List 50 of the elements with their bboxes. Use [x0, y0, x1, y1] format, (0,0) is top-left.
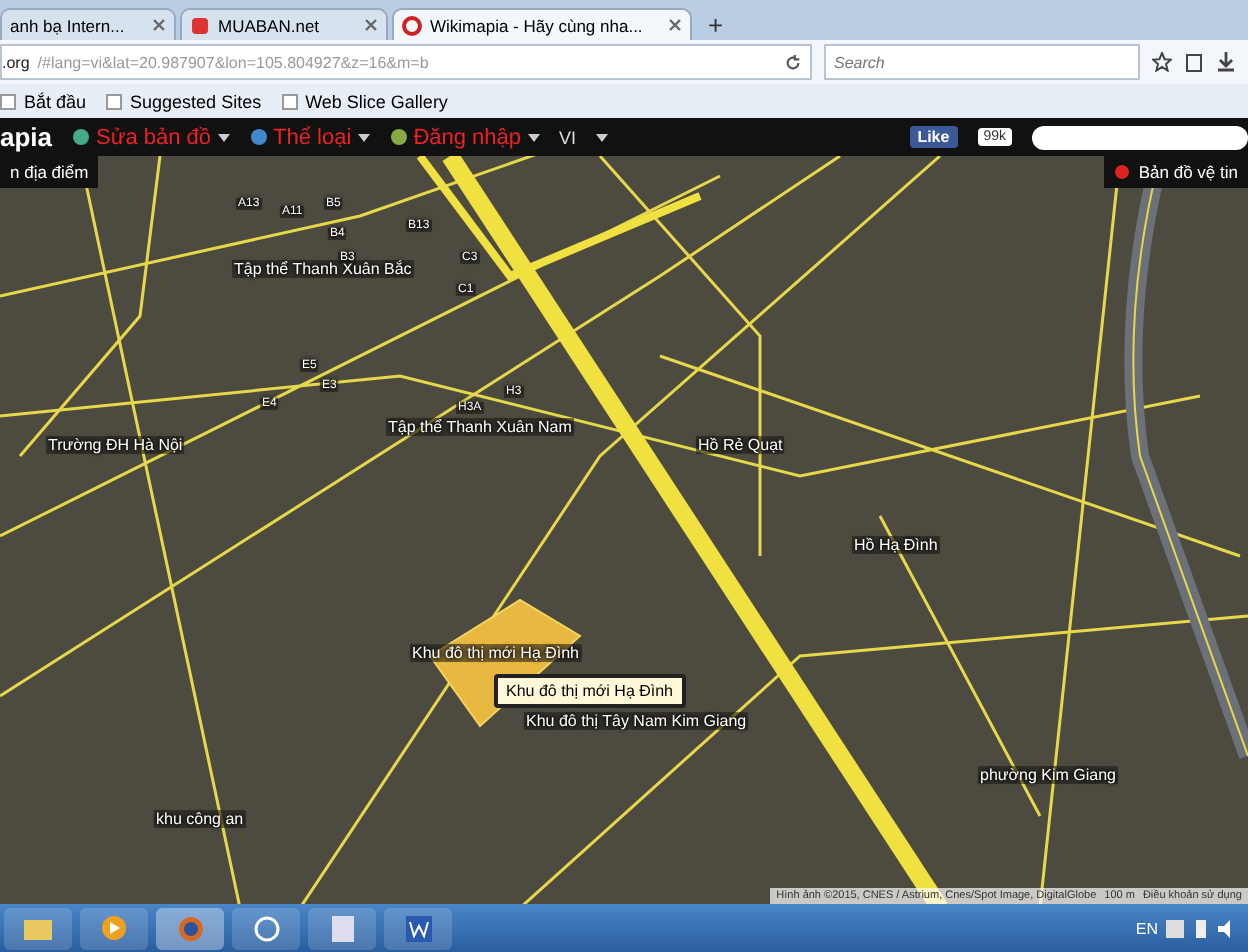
page-icon [0, 93, 16, 109]
satellite-map-drawing[interactable] [0, 156, 1248, 904]
browser-tab[interactable]: Wikimapia - Hãy cùng nha... [392, 8, 692, 40]
media-player-taskbar-icon[interactable] [80, 907, 148, 949]
word-taskbar-icon[interactable] [384, 907, 452, 949]
network-icon[interactable] [1192, 919, 1210, 937]
bookmark-link[interactable]: Web Slice Gallery [281, 91, 448, 111]
site-logo[interactable]: apia [0, 122, 53, 152]
compass-taskbar-icon[interactable] [232, 907, 300, 949]
menu-item[interactable]: Sửa bản đồ [72, 125, 230, 149]
close-icon[interactable] [668, 18, 682, 32]
language-menu[interactable]: VI [559, 127, 577, 147]
map-tooltip: Khu đô thị mới Hạ Đình [494, 674, 686, 708]
caret-icon[interactable] [596, 133, 609, 141]
close-icon[interactable] [364, 18, 378, 32]
map-label: phường Kim Giang [978, 766, 1118, 784]
site-search-field[interactable] [1032, 125, 1248, 149]
calculator-taskbar-icon[interactable] [308, 907, 376, 949]
browser-tab[interactable]: MUABAN.net [180, 8, 388, 40]
star-icon[interactable] [1152, 52, 1172, 72]
volume-icon[interactable] [1218, 919, 1236, 937]
address-bar[interactable]: .org /#lang=vi&lat=20.987907&lon=105.804927&z=16&m=b [0, 44, 812, 80]
page-icon [106, 93, 123, 109]
firefox-taskbar-icon[interactable] [156, 907, 224, 949]
tray-icon[interactable] [1166, 919, 1184, 937]
caret-icon[interactable] [527, 133, 540, 141]
reload-icon[interactable] [784, 53, 802, 71]
like-button[interactable]: Like [909, 126, 958, 148]
folder-taskbar-icon[interactable] [4, 907, 72, 949]
close-icon[interactable] [152, 18, 166, 32]
bookmark-link[interactable]: Bắt đầu [0, 91, 87, 111]
circle-icon [1114, 164, 1131, 180]
browser-tab[interactable]: anh bạ Intern... [0, 8, 176, 40]
map-label: Tập thể Thanh Xuân Bắc [232, 260, 414, 278]
satellite-map-button[interactable]: Bản đồ vệ tin [1104, 156, 1248, 188]
language-indicator[interactable]: EN [1135, 919, 1158, 937]
bookmark-link[interactable]: Suggested Sites [106, 91, 262, 111]
menu-item[interactable]: Đăng nhập [389, 125, 540, 149]
page-icon [281, 93, 298, 109]
clipboard-icon[interactable] [1184, 52, 1204, 72]
caret-icon[interactable] [357, 133, 370, 141]
search-field[interactable]: Search [824, 44, 1140, 80]
place-button[interactable]: n địa điểm [0, 156, 99, 188]
tab-favicon-icon [402, 15, 422, 35]
caret-icon[interactable] [217, 133, 230, 141]
menu-item[interactable]: Thể loại [249, 125, 370, 149]
new-tab-button[interactable]: + [696, 10, 736, 40]
tab-favicon-icon [190, 15, 210, 35]
map-label: Tập thể Thanh Xuân Nam [386, 418, 574, 436]
download-icon[interactable] [1216, 52, 1236, 72]
